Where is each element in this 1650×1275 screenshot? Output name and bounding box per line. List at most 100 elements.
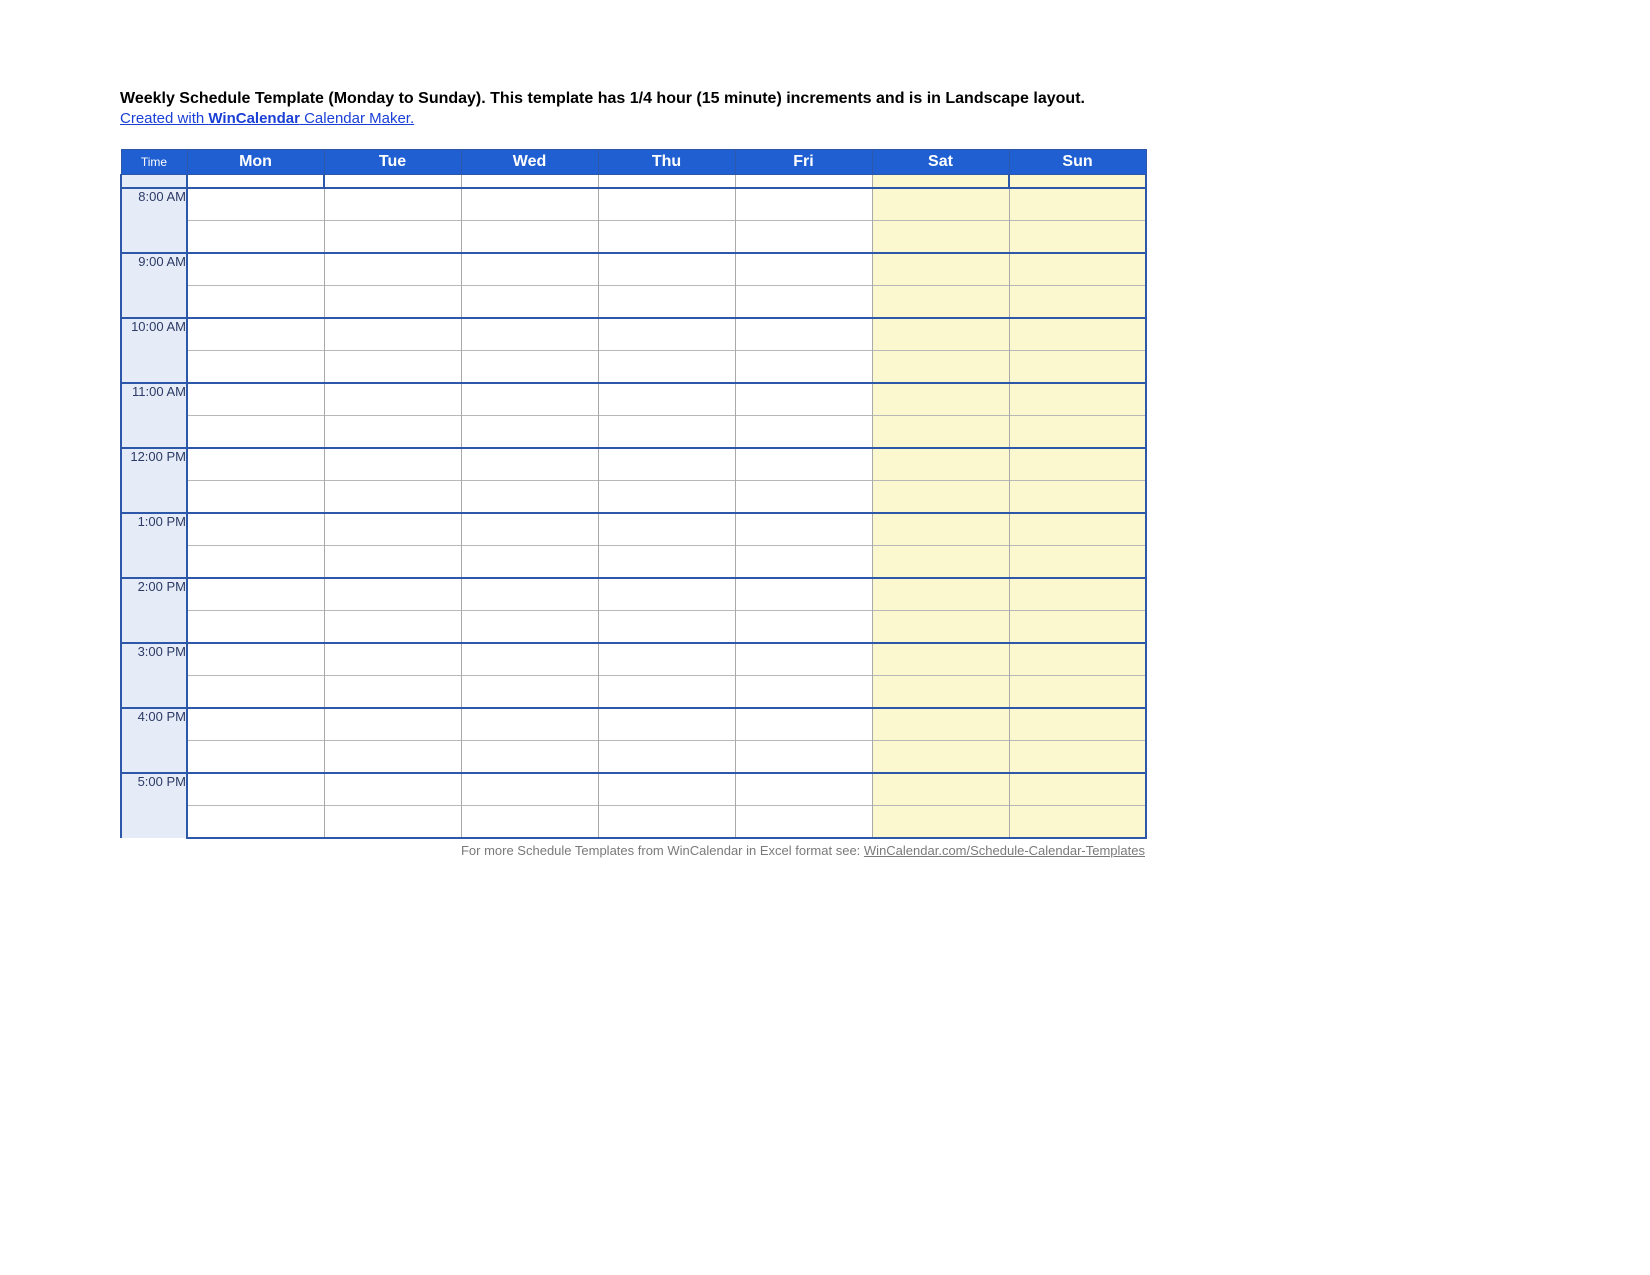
- schedule-cell[interactable]: [872, 448, 1009, 481]
- schedule-cell[interactable]: [598, 578, 735, 611]
- schedule-cell[interactable]: [187, 578, 324, 611]
- schedule-cell[interactable]: [1009, 578, 1146, 611]
- schedule-cell[interactable]: [461, 708, 598, 741]
- schedule-cell[interactable]: [461, 806, 598, 839]
- schedule-cell[interactable]: [461, 481, 598, 514]
- schedule-cell[interactable]: [872, 416, 1009, 449]
- schedule-cell[interactable]: [1009, 481, 1146, 514]
- schedule-cell[interactable]: [872, 578, 1009, 611]
- schedule-cell[interactable]: [324, 773, 461, 806]
- schedule-cell[interactable]: [1009, 741, 1146, 774]
- schedule-cell[interactable]: [1009, 611, 1146, 644]
- schedule-cell[interactable]: [187, 513, 324, 546]
- schedule-cell[interactable]: [598, 286, 735, 319]
- schedule-cell[interactable]: [1009, 643, 1146, 676]
- schedule-cell[interactable]: [324, 416, 461, 449]
- schedule-cell[interactable]: [735, 773, 872, 806]
- schedule-cell[interactable]: [872, 221, 1009, 254]
- schedule-cell[interactable]: [187, 546, 324, 579]
- schedule-cell[interactable]: [598, 188, 735, 221]
- schedule-cell[interactable]: [1009, 188, 1146, 221]
- schedule-cell[interactable]: [872, 546, 1009, 579]
- schedule-cell[interactable]: [872, 611, 1009, 644]
- schedule-cell[interactable]: [1009, 513, 1146, 546]
- schedule-cell[interactable]: [187, 188, 324, 221]
- schedule-cell[interactable]: [598, 416, 735, 449]
- schedule-cell[interactable]: [872, 513, 1009, 546]
- schedule-cell[interactable]: [324, 188, 461, 221]
- schedule-cell[interactable]: [187, 481, 324, 514]
- schedule-cell[interactable]: [735, 578, 872, 611]
- schedule-cell[interactable]: [324, 351, 461, 384]
- schedule-cell[interactable]: [187, 286, 324, 319]
- schedule-cell[interactable]: [461, 221, 598, 254]
- schedule-cell[interactable]: [872, 708, 1009, 741]
- schedule-cell[interactable]: [1009, 383, 1146, 416]
- schedule-cell[interactable]: [735, 221, 872, 254]
- schedule-cell[interactable]: [1009, 448, 1146, 481]
- schedule-cell[interactable]: [461, 253, 598, 286]
- schedule-cell[interactable]: [461, 773, 598, 806]
- schedule-cell[interactable]: [735, 481, 872, 514]
- schedule-cell[interactable]: [872, 351, 1009, 384]
- schedule-cell[interactable]: [735, 806, 872, 839]
- schedule-cell[interactable]: [872, 383, 1009, 416]
- schedule-cell[interactable]: [598, 253, 735, 286]
- schedule-cell[interactable]: [187, 253, 324, 286]
- schedule-cell[interactable]: [872, 676, 1009, 709]
- schedule-cell[interactable]: [735, 546, 872, 579]
- schedule-cell[interactable]: [1009, 416, 1146, 449]
- schedule-cell[interactable]: [324, 578, 461, 611]
- schedule-cell[interactable]: [187, 806, 324, 839]
- schedule-cell[interactable]: [598, 676, 735, 709]
- schedule-cell[interactable]: [872, 253, 1009, 286]
- schedule-cell[interactable]: [461, 351, 598, 384]
- schedule-cell[interactable]: [598, 546, 735, 579]
- schedule-cell[interactable]: [872, 318, 1009, 351]
- schedule-cell[interactable]: [598, 351, 735, 384]
- schedule-cell[interactable]: [1009, 286, 1146, 319]
- schedule-cell[interactable]: [872, 643, 1009, 676]
- schedule-cell[interactable]: [735, 643, 872, 676]
- schedule-cell[interactable]: [1009, 676, 1146, 709]
- schedule-cell[interactable]: [461, 546, 598, 579]
- schedule-cell[interactable]: [187, 676, 324, 709]
- schedule-cell[interactable]: [461, 286, 598, 319]
- schedule-cell[interactable]: [598, 806, 735, 839]
- schedule-cell[interactable]: [187, 741, 324, 774]
- schedule-cell[interactable]: [1009, 221, 1146, 254]
- schedule-cell[interactable]: [324, 286, 461, 319]
- schedule-cell[interactable]: [1009, 351, 1146, 384]
- schedule-cell[interactable]: [187, 773, 324, 806]
- schedule-cell[interactable]: [187, 416, 324, 449]
- schedule-cell[interactable]: [324, 481, 461, 514]
- schedule-cell[interactable]: [735, 351, 872, 384]
- schedule-cell[interactable]: [187, 643, 324, 676]
- schedule-cell[interactable]: [461, 448, 598, 481]
- schedule-cell[interactable]: [598, 448, 735, 481]
- schedule-cell[interactable]: [187, 383, 324, 416]
- schedule-cell[interactable]: [324, 513, 461, 546]
- schedule-cell[interactable]: [187, 318, 324, 351]
- schedule-cell[interactable]: [872, 286, 1009, 319]
- schedule-cell[interactable]: [735, 253, 872, 286]
- schedule-cell[interactable]: [461, 578, 598, 611]
- footer-link[interactable]: WinCalendar.com/Schedule-Calendar-Templa…: [864, 843, 1145, 858]
- schedule-cell[interactable]: [461, 611, 598, 644]
- schedule-cell[interactable]: [324, 383, 461, 416]
- schedule-cell[interactable]: [872, 773, 1009, 806]
- schedule-cell[interactable]: [598, 741, 735, 774]
- schedule-cell[interactable]: [872, 806, 1009, 839]
- schedule-cell[interactable]: [187, 448, 324, 481]
- schedule-cell[interactable]: [735, 676, 872, 709]
- schedule-cell[interactable]: [324, 448, 461, 481]
- schedule-cell[interactable]: [872, 481, 1009, 514]
- schedule-cell[interactable]: [461, 676, 598, 709]
- schedule-cell[interactable]: [324, 676, 461, 709]
- schedule-cell[interactable]: [1009, 773, 1146, 806]
- schedule-cell[interactable]: [735, 448, 872, 481]
- schedule-cell[interactable]: [872, 741, 1009, 774]
- schedule-cell[interactable]: [324, 643, 461, 676]
- schedule-cell[interactable]: [461, 513, 598, 546]
- schedule-cell[interactable]: [187, 611, 324, 644]
